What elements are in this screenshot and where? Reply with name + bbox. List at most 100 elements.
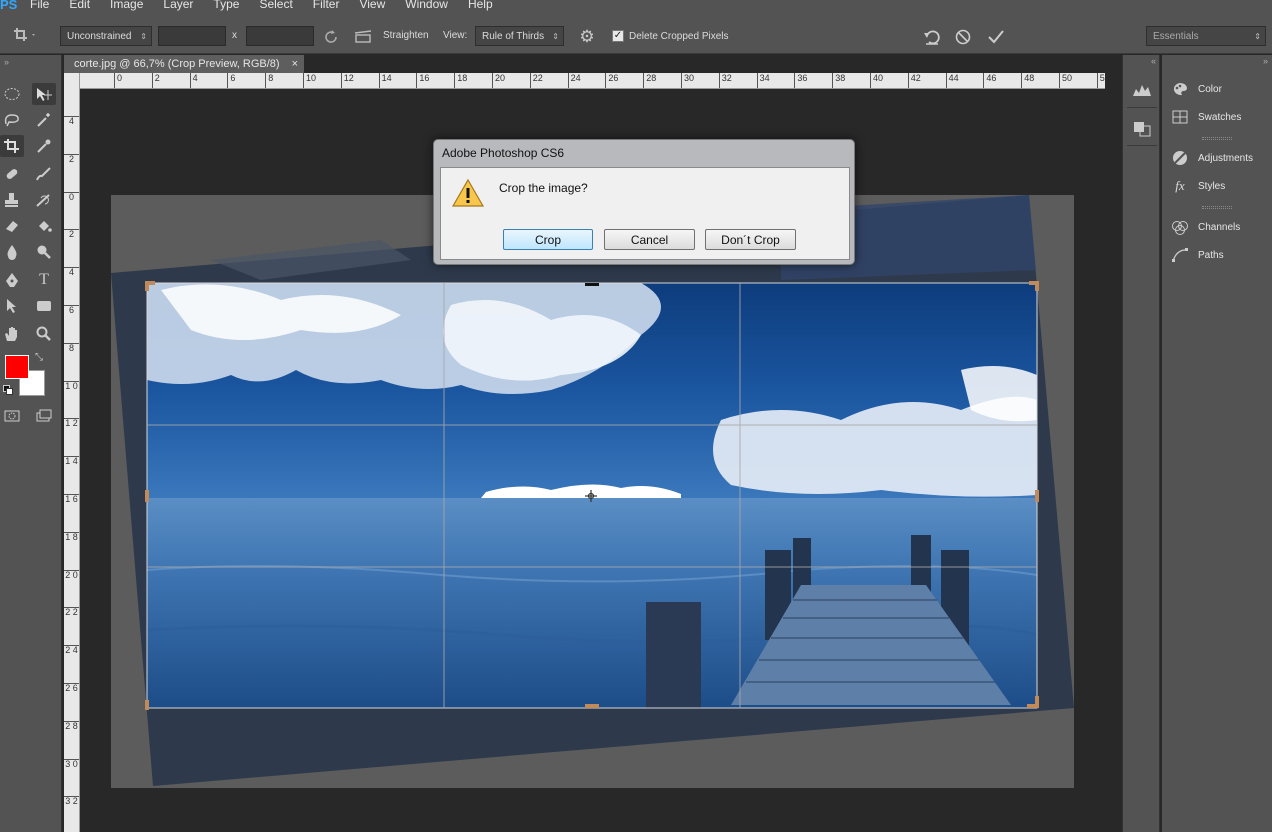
- lasso-icon[interactable]: [0, 109, 24, 131]
- magic-wand-icon[interactable]: [32, 109, 56, 131]
- menu-filter[interactable]: Filter: [313, 0, 340, 11]
- height-input[interactable]: [246, 26, 314, 46]
- menu-select[interactable]: Select: [259, 0, 292, 11]
- dialog-message: Crop the image?: [499, 181, 588, 195]
- ruler-tick-label: 0: [64, 191, 79, 202]
- menu-help[interactable]: Help: [468, 0, 493, 11]
- ruler-tick-label: 2 4: [64, 645, 79, 656]
- view-label: View:: [443, 30, 468, 41]
- histogram-icon[interactable]: [1131, 81, 1153, 99]
- ruler-tick-label: 2 2: [64, 607, 79, 618]
- workspace-dropdown[interactable]: Essentials ⇕: [1146, 26, 1266, 46]
- menu-edit[interactable]: Edit: [69, 0, 90, 11]
- brush-icon[interactable]: [32, 163, 56, 185]
- reset-icon[interactable]: [920, 26, 944, 48]
- color-palette-icon: [1170, 81, 1190, 97]
- ruler-tick-label: 4: [64, 267, 79, 277]
- ruler-tick-label: 4: [189, 73, 198, 88]
- crop-icon[interactable]: [0, 135, 24, 157]
- default-colors-icon[interactable]: [3, 385, 13, 395]
- ruler-tick-label: 16: [416, 73, 429, 88]
- ruler-tick-label: 8: [265, 73, 273, 88]
- horizontal-ruler[interactable]: 0 2 4 6 8 10 12 14 16 18 20 22 24 26 28 30 32 34 36 38 40 42 4…: [80, 73, 1105, 89]
- marquee-icon[interactable]: [0, 83, 24, 105]
- dont-crop-button[interactable]: Don´t Crop: [705, 229, 796, 250]
- ruler-tick-label: 1 2: [64, 418, 79, 429]
- ruler-tick-label: 6: [227, 73, 235, 88]
- straighten-label[interactable]: Straighten: [383, 30, 429, 41]
- ruler-tick-label: 42: [907, 73, 921, 88]
- view-overlay-value: Rule of Thirds: [482, 30, 545, 42]
- menu-view[interactable]: View: [359, 0, 385, 11]
- ruler-tick-label: 10: [303, 73, 316, 88]
- ratio-dropdown[interactable]: Unconstrained ⇕: [60, 26, 152, 46]
- ruler-tick-label: 12: [340, 73, 354, 88]
- collapsed-panel-dock: «: [1122, 55, 1160, 832]
- ruler-tick-label: 48: [1021, 73, 1034, 88]
- cancel-icon[interactable]: [951, 26, 975, 48]
- healing-brush-icon[interactable]: [0, 163, 24, 185]
- document-tab-title: corte.jpg @ 66,7% (Crop Preview, RGB/8): [74, 58, 280, 70]
- dropdown-arrow-icon: ⇕: [140, 31, 147, 41]
- ruler-tick-label: 4: [64, 116, 79, 126]
- ruler-tick-label: 18: [454, 73, 467, 88]
- screen-mode-icon[interactable]: [32, 405, 56, 427]
- eyedropper-icon[interactable]: [32, 135, 56, 157]
- commit-check-icon[interactable]: [984, 26, 1008, 48]
- cancel-button[interactable]: Cancel: [604, 229, 695, 250]
- paths-pen-icon: [1170, 247, 1190, 263]
- dodge-icon[interactable]: [32, 241, 56, 263]
- collapse-arrows-icon[interactable]: «: [1151, 56, 1156, 66]
- view-overlay-dropdown[interactable]: Rule of Thirds ⇕: [475, 26, 564, 46]
- close-icon[interactable]: ×: [292, 58, 298, 70]
- vertical-ruler[interactable]: 4 2 0 2 4 6 8 1 0 1 2 1 4 1 6 1 8 2 0 2 2 2 4 2 6 2 8 3 0…: [64, 73, 80, 832]
- quick-mask-icon[interactable]: [0, 405, 24, 427]
- foreground-color-swatch[interactable]: [5, 355, 29, 379]
- ruler-tick-label: 5: [1096, 73, 1105, 88]
- type-icon[interactable]: T: [32, 269, 56, 291]
- eraser-icon[interactable]: [0, 215, 24, 237]
- zoom-icon[interactable]: [32, 323, 56, 345]
- pen-icon[interactable]: [0, 269, 24, 291]
- info-3d-icon[interactable]: [1131, 119, 1153, 137]
- width-input[interactable]: [158, 26, 226, 46]
- move-icon[interactable]: [32, 83, 56, 105]
- ratio-value: Unconstrained: [67, 30, 132, 42]
- document-tab[interactable]: corte.jpg @ 66,7% (Crop Preview, RGB/8) …: [64, 55, 304, 73]
- menu-file[interactable]: File: [30, 0, 49, 11]
- panel-group-grip[interactable]: [1202, 137, 1232, 140]
- ruler-tick-label: 32: [718, 73, 732, 88]
- menu-image[interactable]: Image: [110, 0, 143, 11]
- rectangle-icon[interactable]: [32, 295, 56, 317]
- panel-channels[interactable]: Channels: [1170, 219, 1240, 235]
- times-label: x: [232, 30, 237, 41]
- panel-paths[interactable]: Paths: [1170, 247, 1224, 263]
- swap-rotate-icon[interactable]: [320, 27, 342, 47]
- clone-stamp-icon[interactable]: [0, 189, 24, 211]
- menu-window[interactable]: Window: [405, 0, 448, 11]
- path-selection-icon[interactable]: [0, 295, 24, 317]
- hand-icon[interactable]: [0, 323, 24, 345]
- ruler-tick-label: 30: [681, 73, 694, 88]
- ruler-tick-label: 2: [151, 73, 160, 88]
- crop-button[interactable]: Crop: [503, 229, 593, 250]
- panel-color[interactable]: Color: [1170, 81, 1222, 97]
- menu-type[interactable]: Type: [213, 0, 239, 11]
- panel-swatches[interactable]: Swatches: [1170, 109, 1241, 125]
- straighten-icon[interactable]: [352, 27, 374, 47]
- menu-layer[interactable]: Layer: [163, 0, 193, 11]
- ruler-tick-label: 26: [605, 73, 618, 88]
- ruler-tick-label: 44: [945, 73, 959, 88]
- gear-icon[interactable]: ⚙: [574, 26, 600, 48]
- panel-group-grip[interactable]: [1202, 206, 1232, 209]
- collapse-arrows-icon[interactable]: »: [4, 57, 9, 67]
- panel-styles[interactable]: fx Styles: [1170, 178, 1225, 194]
- paint-bucket-icon[interactable]: [32, 215, 56, 237]
- history-brush-icon[interactable]: [32, 189, 56, 211]
- panel-adjustments[interactable]: Adjustments: [1170, 150, 1253, 166]
- crop-tool-preset-icon[interactable]: [10, 24, 40, 46]
- swap-colors-icon[interactable]: ⤡: [35, 352, 43, 363]
- collapse-arrows-icon[interactable]: »: [1263, 56, 1268, 66]
- blur-icon[interactable]: [0, 241, 24, 263]
- delete-cropped-pixels-checkbox[interactable]: ✓ Delete Cropped Pixels: [612, 30, 729, 42]
